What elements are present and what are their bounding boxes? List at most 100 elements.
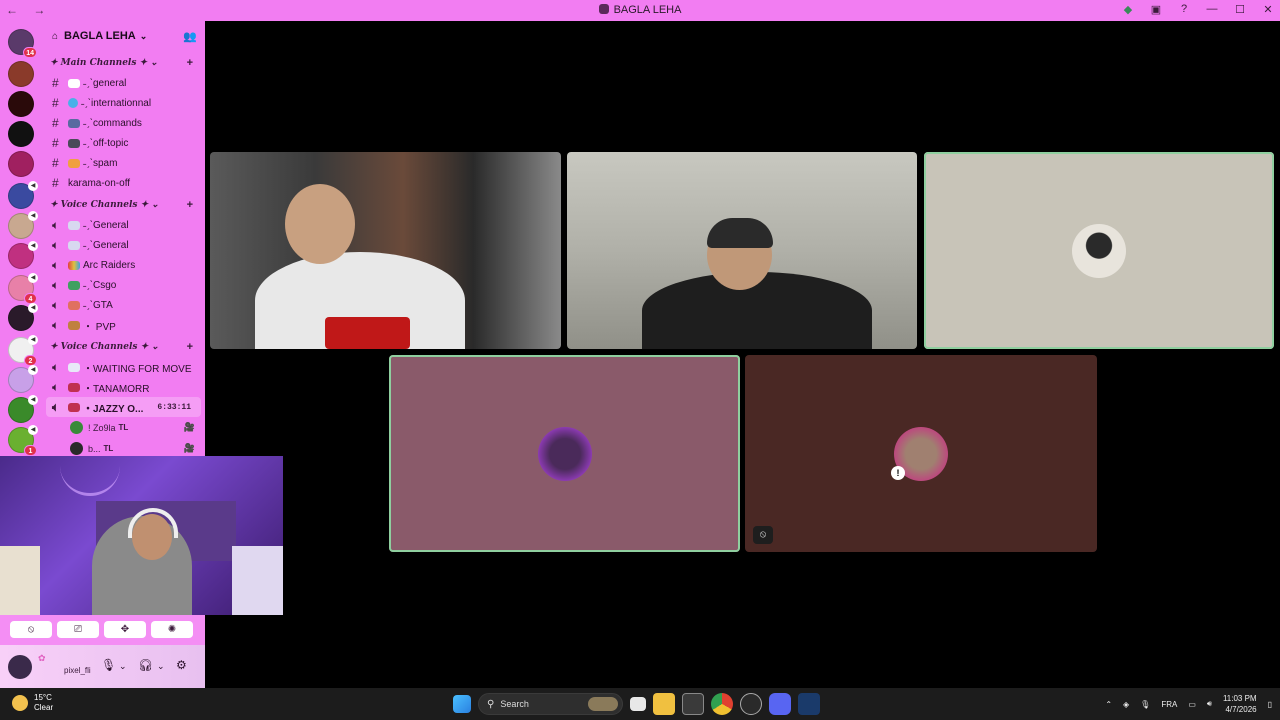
server-icon[interactable]: ◀ bbox=[8, 181, 38, 209]
voice-channel-csgo[interactable]: 🔈︎ ˗ˏˋCsgo bbox=[42, 275, 205, 295]
help-icon[interactable]: ? bbox=[1178, 3, 1190, 16]
server-icon[interactable]: ◀ bbox=[8, 395, 38, 423]
activities-button[interactable]: ✥ bbox=[104, 621, 146, 638]
channel-off-topic[interactable]: # ˗ˏˋoff-topic bbox=[42, 133, 205, 153]
toggle-camera-button[interactable]: ⦸ bbox=[10, 621, 52, 638]
voice-indicator-icon: ◀ bbox=[28, 211, 38, 221]
self-camera-preview[interactable] bbox=[0, 456, 283, 615]
server-icon[interactable] bbox=[8, 151, 34, 177]
voice-channel-jazzy-active[interactable]: 🔈︎ ・JAZZY O... 6:33:11 bbox=[46, 397, 201, 417]
speaker-icon: 🔈︎ bbox=[52, 359, 60, 374]
participant-tile-speaking[interactable] bbox=[924, 152, 1274, 349]
voice-user[interactable]: ! Zo9la TL 🎥 bbox=[42, 417, 205, 438]
app-icon[interactable] bbox=[740, 693, 762, 715]
nitro-icon[interactable]: ◆ bbox=[1122, 3, 1134, 16]
hash-icon: # bbox=[52, 76, 59, 90]
voice-indicator-icon: ◀ bbox=[28, 181, 38, 191]
server-icon[interactable]: ◀ 2 bbox=[8, 335, 38, 366]
server-icon[interactable]: ◀ bbox=[8, 211, 38, 239]
microphone-object bbox=[325, 317, 410, 349]
channel-emoji bbox=[68, 300, 80, 310]
server-header[interactable]: ⌂ BAGLA LEHA ⌄ 👥 bbox=[42, 21, 205, 51]
file-explorer-icon[interactable] bbox=[653, 693, 675, 715]
chevron-down-icon[interactable]: ⌄ bbox=[157, 661, 165, 672]
create-channel-icon[interactable]: + bbox=[187, 341, 193, 353]
close-button[interactable]: ✕ bbox=[1262, 3, 1274, 16]
invite-people-icon[interactable]: 👥 bbox=[183, 30, 197, 43]
titlebar-controls: ◆ ▣ ? — ☐ ✕ bbox=[1122, 3, 1274, 16]
category-voice-channels[interactable]: ✦ Voice Channels ✦ ⌄ + bbox=[42, 195, 205, 215]
voice-channel-waiting-for-move[interactable]: 🔈︎ ・WAITING FOR MOVE bbox=[42, 357, 205, 377]
store-icon[interactable] bbox=[682, 693, 704, 715]
hash-icon: # bbox=[52, 116, 59, 130]
inbox-icon[interactable]: ▣ bbox=[1150, 3, 1162, 16]
category-main-channels[interactable]: ✦ Main Channels ✦ ⌄ + bbox=[42, 53, 205, 73]
participant-tile[interactable]: ! ⦸ bbox=[745, 355, 1097, 552]
username[interactable]: pixel_fli bbox=[64, 666, 91, 675]
voice-channel-tanamorr[interactable]: 🔈︎ ・TANAMORR bbox=[42, 377, 205, 397]
soundboard-button[interactable]: ✺ bbox=[151, 621, 193, 638]
settings-gear-icon[interactable]: ⚙ bbox=[176, 658, 187, 672]
cap bbox=[707, 218, 773, 248]
headphones-icon[interactable]: 🎧︎ bbox=[138, 658, 153, 672]
taskbar-search[interactable]: ⚲ Search bbox=[478, 693, 623, 715]
maximize-button[interactable]: ☐ bbox=[1234, 3, 1246, 16]
chrome-icon[interactable] bbox=[711, 693, 733, 715]
microphone-icon[interactable]: 🎙︎ bbox=[1140, 700, 1150, 709]
microphone-icon[interactable]: 🎙︎ bbox=[101, 658, 116, 672]
video-tile[interactable] bbox=[567, 152, 917, 349]
channel-internationnal[interactable]: # ˗ˏˋinternationnal bbox=[42, 93, 205, 113]
weather-widget[interactable]: 15°C Clear bbox=[12, 693, 53, 713]
clock[interactable]: 11:03 PM 4/7/2026 bbox=[1223, 693, 1257, 715]
language-indicator[interactable]: FRA bbox=[1161, 700, 1177, 709]
channel-sidebar: ⌂ BAGLA LEHA ⌄ 👥 ✦ Main Channels ✦ ⌄ + #… bbox=[42, 21, 205, 456]
server-icon[interactable]: ◀ 1 bbox=[8, 425, 38, 456]
minimize-button[interactable]: — bbox=[1206, 3, 1218, 16]
steam-icon[interactable] bbox=[798, 693, 820, 715]
direct-messages-button[interactable]: 14 bbox=[8, 29, 37, 58]
hash-icon: # bbox=[52, 136, 59, 150]
video-tile[interactable] bbox=[210, 152, 561, 349]
voice-channel-gta[interactable]: 🔈︎ ˗ˏˋGTA bbox=[42, 295, 205, 315]
share-screen-button[interactable]: ⎚ bbox=[57, 621, 99, 638]
voice-indicator-icon: ◀ bbox=[28, 273, 38, 283]
voice-channel-pvp[interactable]: 🔈︎ ・ PVP bbox=[42, 315, 205, 335]
chevron-up-icon[interactable]: ⌃ bbox=[1105, 700, 1112, 709]
channel-karama-on-off[interactable]: # karama-on-off bbox=[42, 173, 205, 193]
create-channel-icon[interactable]: + bbox=[187, 57, 193, 69]
volume-icon[interactable]: 🔊︎ bbox=[1207, 699, 1212, 709]
chevron-down-icon: ⌄ bbox=[139, 30, 148, 41]
category-voice-channels-2[interactable]: ✦ Voice Channels ✦ ⌄ + bbox=[42, 337, 205, 357]
channel-commands[interactable]: # ˗ˏˋcommands bbox=[42, 113, 205, 133]
server-icon[interactable]: ◀ 4 bbox=[8, 273, 38, 304]
create-channel-icon[interactable]: + bbox=[187, 199, 193, 211]
chevron-down-icon[interactable]: ⌄ bbox=[119, 661, 127, 672]
search-icon: ⚲ bbox=[487, 698, 495, 710]
server-icon[interactable] bbox=[8, 61, 34, 87]
notification-icon[interactable]: ▯ bbox=[1268, 700, 1272, 709]
voice-channel-arc-raiders[interactable]: 🔈︎ Arc Raiders bbox=[42, 255, 205, 275]
tray-app-icon[interactable]: ◈ bbox=[1123, 700, 1129, 709]
channel-label: ・TANAMORR bbox=[83, 383, 150, 395]
person-head bbox=[285, 184, 355, 264]
start-windows-icon[interactable] bbox=[453, 695, 471, 713]
task-view-icon[interactable] bbox=[630, 697, 646, 711]
participant-tile-speaking[interactable] bbox=[389, 355, 740, 552]
server-list: 14 ◀ ◀ ◀ ◀ 4 ◀ ◀ 2 ◀ ◀ ◀ 1 bbox=[0, 21, 42, 456]
channel-general[interactable]: # ˗ˏˋgeneral bbox=[42, 73, 205, 93]
voice-channel-general[interactable]: 🔈︎ ˗ˏˋGeneral bbox=[42, 235, 205, 255]
channel-label: ˗ˏˋoff-topic bbox=[83, 137, 129, 149]
voice-channel-general[interactable]: 🔈︎ ˗ˏˋGeneral bbox=[42, 215, 205, 235]
server-icon[interactable]: ◀ bbox=[8, 303, 38, 331]
server-icon[interactable] bbox=[8, 121, 34, 147]
avatar bbox=[70, 442, 83, 455]
windows-taskbar: 15°C Clear ⚲ Search ⌃ ◈ 🎙︎ FRA ▭ 🔊︎ 11:0… bbox=[0, 688, 1280, 720]
server-icon[interactable]: ◀ bbox=[8, 365, 38, 393]
server-icon[interactable]: ◀ bbox=[8, 241, 38, 269]
discord-icon[interactable] bbox=[769, 693, 791, 715]
avatar[interactable] bbox=[8, 655, 32, 679]
server-icon[interactable] bbox=[8, 91, 34, 117]
user-tag: TL bbox=[118, 423, 129, 432]
channel-spam[interactable]: # ˗ˏˋspam bbox=[42, 153, 205, 173]
network-icon[interactable]: ▭ bbox=[1188, 700, 1196, 709]
